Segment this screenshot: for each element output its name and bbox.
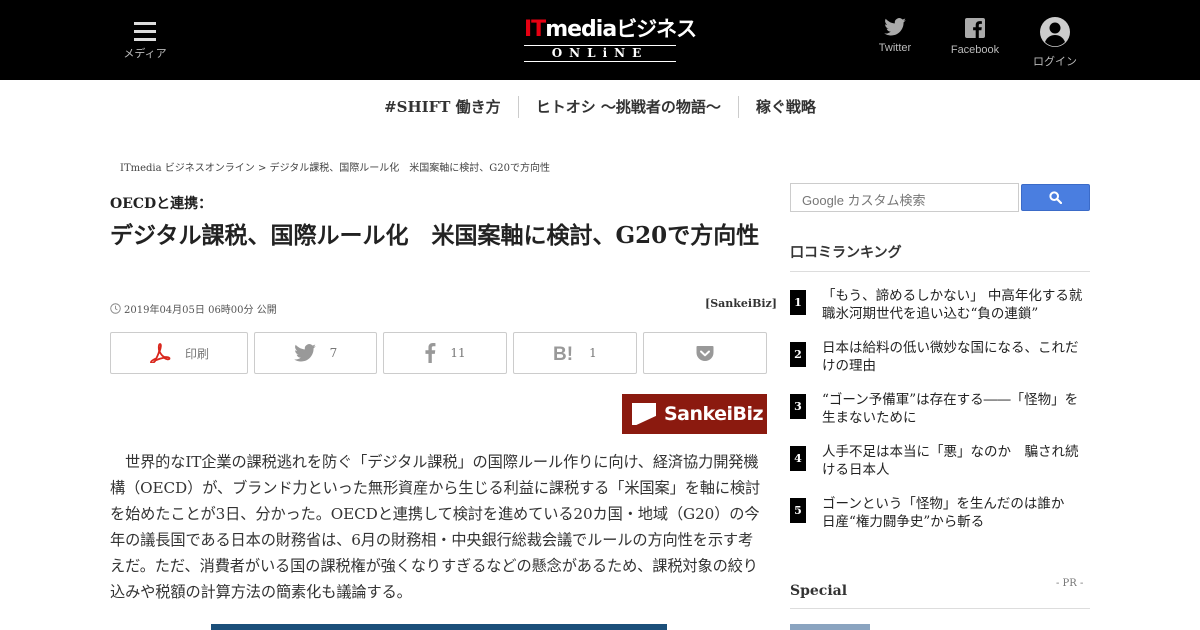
special-heading: Special [790, 583, 1090, 609]
feature-nav-item-hitooshi[interactable]: ヒトオシ ～挑戦者の物語～ [517, 96, 738, 118]
sankeibiz-mark-icon [632, 403, 656, 425]
facebook-share-button[interactable]: 11 [383, 332, 507, 374]
rank-badge: 3 [790, 394, 806, 419]
login-link[interactable]: ログイン [1027, 17, 1083, 69]
media-menu-button[interactable]: メディア [120, 18, 170, 64]
article-image [211, 624, 667, 630]
logo-online: ONLiNE [524, 45, 676, 62]
article-kicker: OECDと連携： [110, 196, 213, 212]
feature-nav: #SHIFT 働き方 ヒトオシ ～挑戦者の物語～ 稼ぐ戦略 [0, 96, 1200, 118]
hatena-bookmark-button[interactable]: B! 1 [513, 332, 637, 374]
site-header: メディア ITmediaビジネス ONLiNE Twitter Facebook… [0, 0, 1200, 80]
ranking-item[interactable]: 2 日本は給料の低い微妙な国になる、これだけの理由 [790, 339, 1090, 391]
logo-wordmark: ITmediaビジネス [524, 17, 697, 42]
hatena-bookmark-count: 1 [589, 346, 597, 360]
clock-icon [110, 303, 121, 314]
ranking-link[interactable]: ゴーンという「怪物」を生んだのは誰か 日産“権力闘争史”から斬る [822, 495, 1090, 531]
rank-badge: 1 [790, 290, 806, 315]
ranking-list: 1 「もう、諦めるしかない」 中高年化する就職氷河期世代を追い込む“負の連鎖” … [790, 287, 1090, 547]
print-label: 印刷 [184, 346, 209, 361]
facebook-f-icon [425, 343, 436, 363]
twitter-icon [293, 344, 316, 362]
search-input[interactable]: Google カスタム検索 [790, 183, 1019, 212]
ranking-item[interactable]: 1 「もう、諦めるしかない」 中高年化する就職氷河期世代を追い込む“負の連鎖” [790, 287, 1090, 339]
rank-badge: 4 [790, 446, 806, 471]
ranking-link[interactable]: 「もう、諦めるしかない」 中高年化する就職氷河期世代を追い込む“負の連鎖” [822, 287, 1090, 323]
publish-date-text: 2019年04月05日 06時00分 公開 [124, 305, 277, 316]
media-menu-label: メディア [123, 47, 167, 60]
facebook-share-count: 11 [450, 346, 466, 360]
ranking-item[interactable]: 4 人手不足は本当に「悪」なのか 騙され続ける日本人 [790, 443, 1090, 495]
twitter-link[interactable]: Twitter [870, 18, 920, 54]
hatena-bookmark-icon: B! [553, 344, 573, 362]
sankeibiz-logo-text: SankeiBiz [664, 403, 764, 425]
search-button[interactable] [1021, 184, 1090, 211]
tweet-count: 7 [329, 346, 338, 360]
user-avatar-icon [1040, 17, 1070, 47]
search-icon [1049, 191, 1062, 204]
facebook-link[interactable]: Facebook [945, 18, 1005, 56]
hamburger-icon [134, 22, 156, 41]
feature-nav-item-shift[interactable]: #SHIFT 働き方 [367, 96, 518, 118]
facebook-label: Facebook [950, 44, 1000, 56]
article-body: 世界的なIT企業の課税逃れを防ぐ「デジタル課税」の国際ルール作りに向け、経済協力… [110, 453, 761, 601]
site-logo[interactable]: ITmediaビジネス ONLiNE [524, 16, 697, 62]
sankeibiz-logo[interactable]: SankeiBiz [622, 394, 767, 434]
article-title: デジタル課税、国際ルール化 米国案軸に検討、G20で方向性 [110, 222, 760, 249]
rank-badge: 2 [790, 342, 806, 367]
svg-text:B!: B! [553, 344, 573, 362]
feature-nav-item-kasegu[interactable]: 稼ぐ戦略 [737, 96, 833, 118]
facebook-icon [965, 18, 985, 38]
article-source: [SankeiBiz] [705, 297, 777, 310]
ranking-link[interactable]: “ゴーン予備軍”は存在する――「怪物」を生まないために [822, 391, 1090, 427]
breadcrumb[interactable]: ITmedia ビジネスオンライン > デジタル課税、国際ルール化 米国案軸に検… [120, 159, 550, 174]
ranking-link[interactable]: 日本は給料の低い微妙な国になる、これだけの理由 [822, 339, 1090, 375]
special-thumbnail[interactable] [790, 624, 870, 630]
rank-badge: 5 [790, 498, 806, 523]
print-button[interactable]: 印刷 [110, 332, 248, 374]
pdf-icon [150, 343, 171, 363]
ranking-link[interactable]: 人手不足は本当に「悪」なのか 騙され続ける日本人 [822, 443, 1090, 479]
ranking-item[interactable]: 3 “ゴーン予備軍”は存在する――「怪物」を生まないために [790, 391, 1090, 443]
ranking-item[interactable]: 5 ゴーンという「怪物」を生んだのは誰か 日産“権力闘争史”から斬る [790, 495, 1090, 547]
pocket-button[interactable] [643, 332, 767, 374]
ranking-heading: 口コミランキング [790, 242, 1090, 272]
tweet-button[interactable]: 7 [254, 332, 377, 374]
login-label: ログイン [1033, 56, 1077, 68]
twitter-label: Twitter [878, 42, 912, 54]
publish-date: 2019年04月05日 06時00分 公開 [110, 301, 277, 316]
pocket-icon [696, 345, 714, 361]
twitter-icon [884, 18, 906, 36]
